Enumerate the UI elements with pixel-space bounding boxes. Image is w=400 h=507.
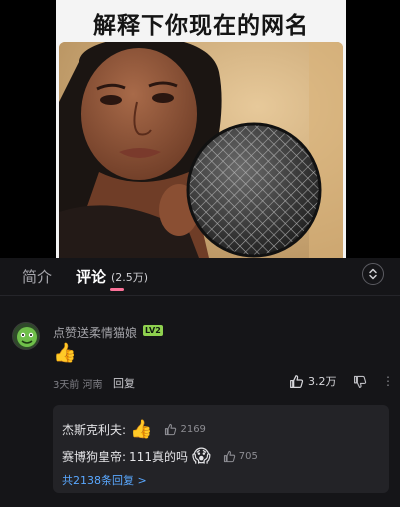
tab-comments[interactable]: 评论 — [76, 266, 106, 287]
reply-preview-box[interactable]: 杰斯克利夫: 👍 2169 赛博狗皇帝: 111真的吗 😱 705 共2138条… — [53, 405, 389, 493]
reply-like-count: 2169 — [180, 424, 206, 435]
comment-time-location: 3天前 河南 — [53, 380, 103, 391]
reply-author[interactable]: 赛博狗皇帝: — [62, 448, 126, 465]
comment-count: (2.5万) — [111, 271, 149, 284]
view-all-replies-link[interactable]: 共2138条回复 > — [62, 472, 147, 488]
reply-text: 111真的吗 — [129, 450, 188, 464]
tab-intro[interactable]: 简介 — [22, 266, 52, 287]
active-tab-indicator — [110, 288, 124, 291]
video-player[interactable]: 解释下你现在的网名 — [0, 0, 400, 258]
thumbs-up-icon — [223, 450, 236, 463]
comment-text: 👍 — [53, 342, 77, 364]
reply-like-count: 705 — [238, 451, 258, 462]
level-badge: LV2 — [143, 325, 163, 336]
reply-author[interactable]: 杰斯克利夫: — [62, 421, 126, 438]
like-count: 3.2万 — [308, 375, 337, 388]
meme-image: 解释下你现在的网名 — [56, 0, 346, 258]
reply-emoji: 😱 — [191, 446, 211, 467]
comment-username[interactable]: 点赞送柔情猫娘 — [53, 324, 137, 341]
like-button[interactable]: 3.2万 — [289, 373, 337, 389]
thumbs-down-icon[interactable] — [353, 375, 367, 389]
avatar[interactable] — [12, 322, 40, 350]
reply-button[interactable]: 回复 — [113, 375, 135, 391]
more-options-icon[interactable]: ⋮ — [382, 374, 394, 388]
reply-text: 👍 — [130, 419, 153, 440]
thumbs-up-icon — [289, 374, 304, 389]
chevron-updown-icon — [368, 268, 378, 280]
meme-title: 解释下你现在的网名 — [93, 13, 309, 39]
tab-bar: 简介 评论 (2.5万) — [0, 258, 400, 296]
reply-like[interactable]: 2169 — [164, 423, 206, 436]
reply-item: 赛博狗皇帝: 111真的吗 😱 705 — [62, 446, 258, 467]
thumbs-up-icon — [164, 423, 177, 436]
reply-like[interactable]: 705 — [223, 450, 258, 463]
reply-item: 杰斯克利夫: 👍 2169 — [62, 419, 206, 440]
meme-photo — [59, 42, 343, 258]
expand-button[interactable] — [362, 263, 384, 285]
